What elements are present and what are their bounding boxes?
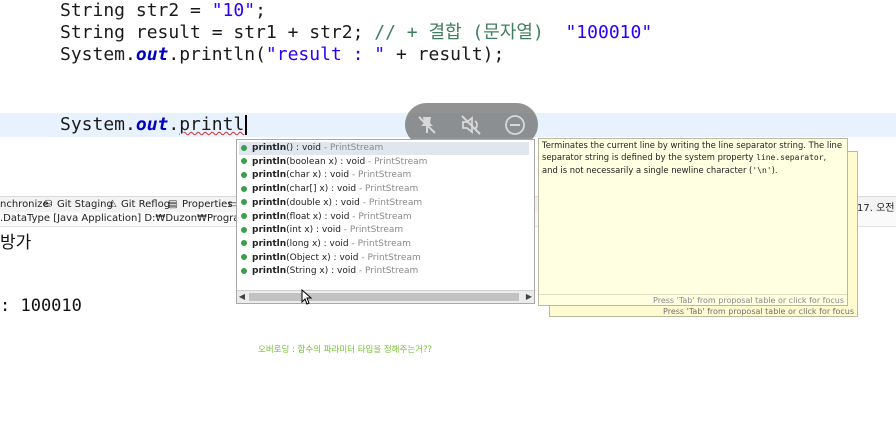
console-output-line-1: 방가 bbox=[0, 233, 32, 253]
public-method-icon bbox=[241, 158, 247, 165]
minus-circle-icon[interactable] bbox=[503, 113, 527, 137]
tab-properties[interactable]: Properties bbox=[182, 199, 233, 210]
proposal-item[interactable]: println(int x) : void - PrintStream bbox=[241, 224, 403, 237]
javadoc-popup[interactable]: Terminates the current line by writing t… bbox=[538, 138, 848, 306]
proposal-owner: - PrintStream bbox=[340, 225, 404, 236]
git-reflog-icon: ⚠ bbox=[108, 199, 117, 210]
git-icon: ⛁ bbox=[44, 199, 53, 210]
proposal-owner: - PrintStream bbox=[349, 170, 412, 181]
public-method-icon bbox=[241, 240, 247, 247]
tab-git-staging[interactable]: Git Staging bbox=[57, 199, 113, 210]
proposal-signature: println(boolean x) : void bbox=[252, 156, 366, 167]
public-method-icon bbox=[241, 199, 247, 206]
proposal-signature: println(char[] x) : void bbox=[252, 184, 357, 195]
scroll-left-icon[interactable]: ◀ bbox=[237, 291, 247, 303]
javadoc-divider bbox=[539, 294, 847, 295]
proposal-owner: - PrintStream bbox=[359, 197, 423, 208]
horizontal-scrollbar[interactable]: ◀ ▶ bbox=[237, 290, 534, 303]
properties-icon: ▤ bbox=[168, 199, 178, 210]
public-method-icon bbox=[241, 185, 247, 192]
proposal-owner: - PrintStream bbox=[348, 238, 411, 249]
typed-text: printl bbox=[179, 114, 245, 135]
pin-off-icon[interactable] bbox=[415, 113, 439, 137]
proposal-item[interactable]: println() : void - PrintStream bbox=[239, 142, 529, 155]
proposal-item[interactable]: println(Object x) : void - PrintStream bbox=[241, 252, 421, 265]
scroll-right-icon[interactable]: ▶ bbox=[524, 291, 534, 303]
proposal-item[interactable]: println(float x) : void - PrintStream bbox=[241, 211, 412, 224]
public-method-icon bbox=[241, 267, 247, 274]
public-method-icon bbox=[241, 171, 247, 178]
proposal-owner: - PrintStream bbox=[365, 156, 428, 167]
proposal-item[interactable]: println(String x) : void - PrintStream bbox=[241, 265, 418, 278]
tab-git-reflog[interactable]: Git Reflog bbox=[121, 199, 170, 210]
proposal-owner: - PrintStream bbox=[349, 211, 412, 222]
proposal-owner: - PrintStream bbox=[356, 184, 419, 195]
javadoc-shadow-footer: Press 'Tab' from proposal table or click… bbox=[663, 307, 854, 316]
proposal-item[interactable]: println(boolean x) : void - PrintStream bbox=[241, 156, 427, 169]
proposal-item[interactable]: println(long x) : void - PrintStream bbox=[241, 238, 411, 251]
code-line-current[interactable]: System.out.printl bbox=[60, 114, 248, 136]
proposal-signature: println() : void bbox=[252, 143, 321, 153]
scrollbar-thumb[interactable] bbox=[249, 293, 519, 301]
annotation-note: 오버로딩 : 함수의 파라미터 타입을 정해주는거?? bbox=[258, 345, 432, 355]
code-line-result: String result = str1 + str2; // + 결합 (문자… bbox=[60, 22, 653, 43]
proposal-item[interactable]: println(char[] x) : void - PrintStream bbox=[241, 183, 418, 196]
javadoc-text: Terminates the current line by writing t… bbox=[542, 140, 842, 175]
text-caret bbox=[245, 115, 248, 135]
public-method-icon bbox=[241, 226, 247, 233]
proposal-owner: - PrintStream bbox=[358, 252, 421, 263]
content-assist-popup[interactable]: println() : void - PrintStream println(bo… bbox=[236, 139, 535, 304]
proposal-signature: println(String x) : void bbox=[252, 266, 357, 277]
public-method-icon bbox=[241, 254, 247, 261]
proposal-signature: println(char x) : void bbox=[252, 170, 350, 181]
public-method-icon bbox=[241, 144, 247, 151]
proposal-signature: println(int x) : void bbox=[252, 225, 341, 236]
proposal-owner: - PrintStream bbox=[356, 266, 419, 277]
tab-synchronize[interactable]: nchronize bbox=[0, 199, 49, 210]
code-line-println: System.out.println("result : " + result)… bbox=[60, 44, 505, 65]
console-output-line-2: : 100010 bbox=[0, 296, 82, 316]
public-method-icon bbox=[241, 213, 247, 219]
javadoc-footer: Press 'Tab' from proposal table or click… bbox=[653, 296, 844, 305]
mute-icon[interactable] bbox=[459, 113, 483, 137]
proposal-signature: println(long x) : void bbox=[252, 238, 349, 249]
proposal-owner: - PrintStream bbox=[321, 143, 384, 153]
proposal-signature: println(float x) : void bbox=[252, 211, 350, 222]
proposal-signature: println(Object x) : void bbox=[252, 252, 359, 263]
mouse-pointer-icon bbox=[301, 288, 313, 309]
proposal-signature: println(double x) : void bbox=[252, 197, 360, 208]
proposal-item[interactable]: println(double x) : void - PrintStream bbox=[241, 197, 422, 210]
proposal-item[interactable]: println(char x) : void - PrintStream bbox=[241, 169, 411, 182]
code-line-str2: String str2 = "10"; bbox=[60, 0, 266, 21]
